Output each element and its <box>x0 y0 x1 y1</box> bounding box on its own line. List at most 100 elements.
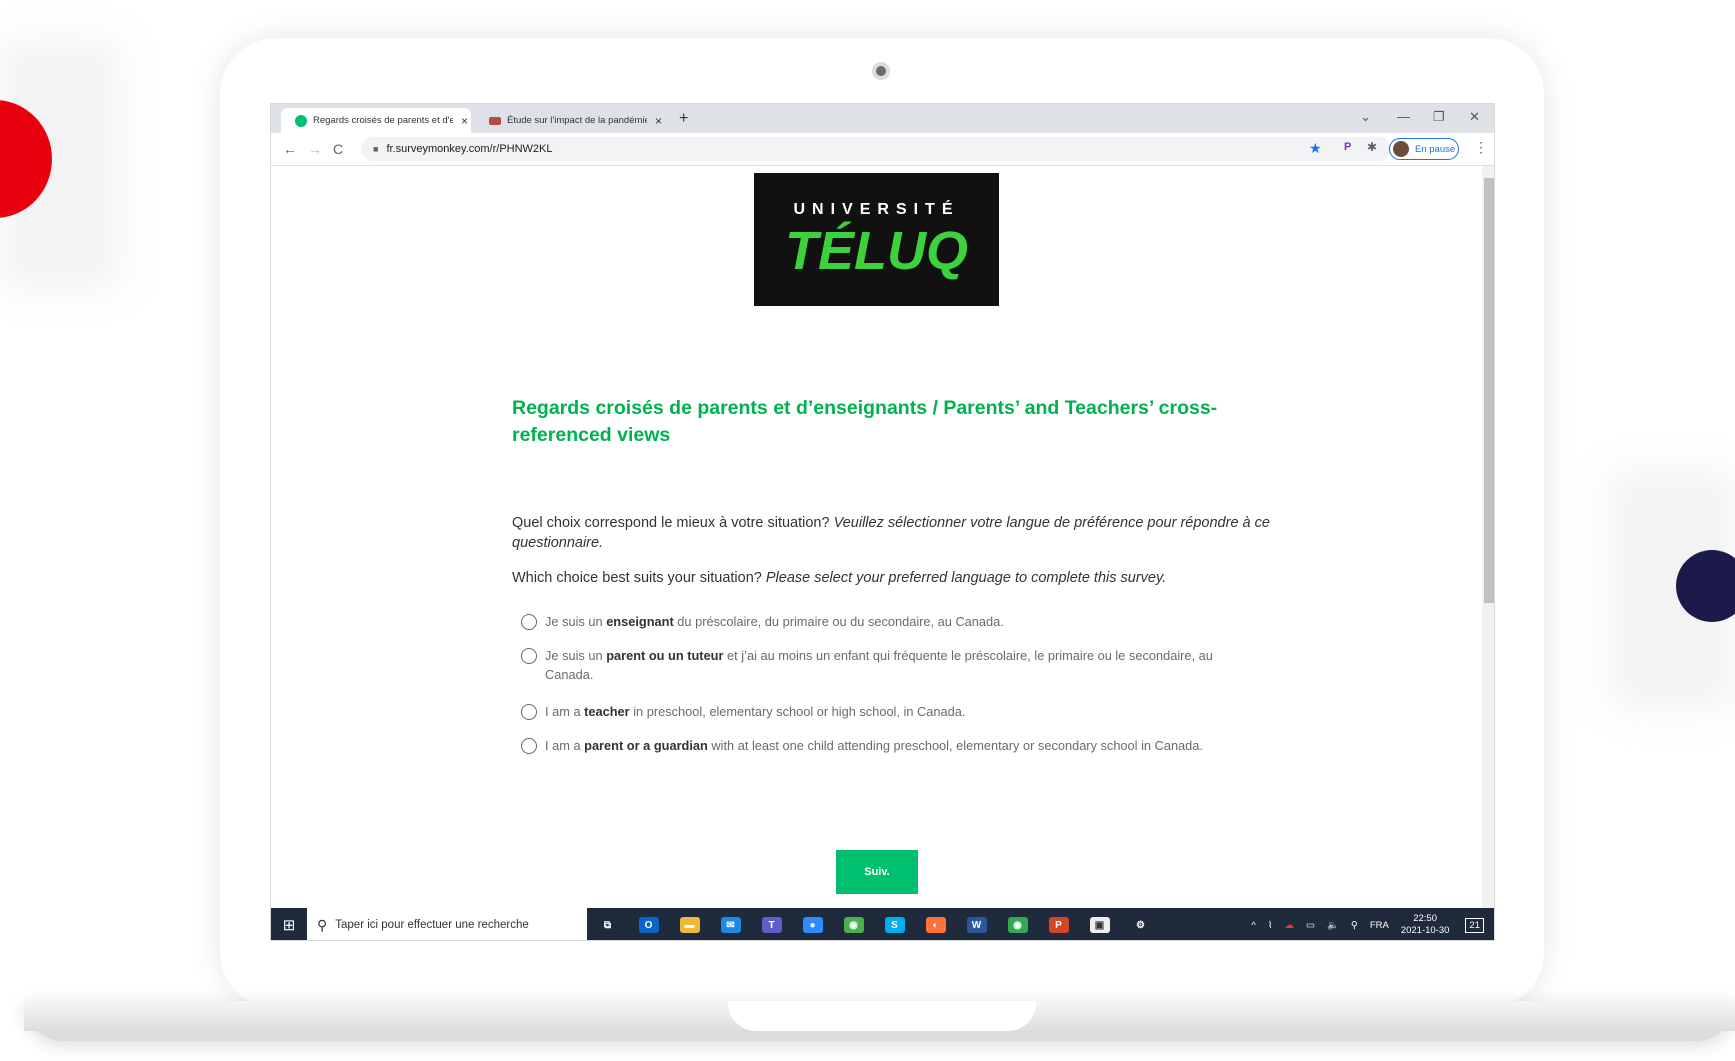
browser-toolbar: ← → C ■ fr.surveymonkey.com/r/PHNW2KL ★ … <box>271 133 1494 166</box>
taskbar-app-mail-icon[interactable]: ✉ <box>710 908 751 940</box>
battery-icon[interactable]: ▭ <box>1306 920 1315 931</box>
taskbar-app-powerpoint-icon[interactable]: P <box>1038 908 1079 940</box>
radio-button[interactable] <box>521 614 537 630</box>
radio-button[interactable] <box>521 738 537 754</box>
close-tab-icon[interactable]: × <box>655 114 662 128</box>
option-label: I am a parent or a guardian with at leas… <box>545 738 1203 753</box>
camera-icon <box>872 62 890 80</box>
radio-button[interactable] <box>521 704 537 720</box>
taskbar-app-chrome-icon[interactable]: ◉ <box>833 908 874 940</box>
notification-icon[interactable]: 21 <box>1465 917 1484 933</box>
teluq-logo: UNIVERSITÉ TÉLUQ <box>754 173 999 306</box>
flag-icon <box>489 116 501 125</box>
stage: Regards croisés de parents et d'enseigna… <box>0 0 1735 1061</box>
option-teacher[interactable]: I am a teacher in preschool, elementary … <box>521 702 1251 721</box>
option-parent-tuteur[interactable]: Je suis un parent ou un tuteur et j’ai a… <box>521 646 1251 684</box>
logo-line1: UNIVERSITÉ <box>793 200 960 218</box>
app-glyph: ✉ <box>720 917 741 933</box>
forward-icon[interactable]: → <box>308 141 322 157</box>
profile-label: En pause <box>1415 143 1456 155</box>
pen-icon[interactable]: ⚲ <box>1351 920 1358 931</box>
app-glyph: ◉ <box>1007 917 1028 933</box>
app-glyph: ◉ <box>843 917 864 933</box>
puzzle-icon[interactable]: ✱ <box>1367 140 1377 154</box>
question-en-hint: Please select your preferred language to… <box>765 570 1167 586</box>
app-glyph: ▣ <box>1089 917 1110 933</box>
question-en-text: Which choice best suits your situation? <box>512 570 762 586</box>
kebab-menu-icon[interactable]: ⋮ <box>1474 139 1488 156</box>
minimize-icon[interactable]: — <box>1397 109 1410 124</box>
taskbar-search[interactable]: ⚲ Taper ici pour effectuer une recherche <box>307 908 587 940</box>
close-tab-icon[interactable]: × <box>461 114 468 128</box>
app-glyph: ◐ <box>925 917 946 933</box>
question-fr: Quel choix correspond le mieux à votre s… <box>512 513 1272 553</box>
search-icon: ⚲ <box>317 916 328 933</box>
app-glyph: T <box>761 917 782 933</box>
cloud-icon[interactable]: ☁ <box>1285 920 1295 931</box>
search-placeholder: Taper ici pour effectuer une recherche <box>335 919 529 931</box>
question-en: Which choice best suits your situation? … <box>512 568 1272 588</box>
app-glyph: S <box>884 917 905 933</box>
avatar <box>1393 141 1409 157</box>
radio-button[interactable] <box>521 648 537 664</box>
clock-date: 2021-10-30 <box>1400 925 1450 936</box>
app-glyph: ⚙ <box>1130 917 1151 933</box>
tab-label: Étude sur l'impact de la pandémie <box>507 115 647 126</box>
taskbar-app-firefox-icon[interactable]: ◐ <box>915 908 956 940</box>
taskbar-app-zoom-icon[interactable]: ● <box>792 908 833 940</box>
profile-button[interactable]: En pause <box>1389 138 1459 160</box>
app-glyph: P <box>1048 917 1069 933</box>
option-label: Je suis un parent ou un tuteur et j’ai a… <box>545 648 1213 682</box>
reload-icon[interactable]: C <box>333 141 343 157</box>
screen: Regards croisés de parents et d'enseigna… <box>270 103 1495 941</box>
option-label: Je suis un enseignant du préscolaire, du… <box>545 614 1004 629</box>
windows-start-icon[interactable]: ⊞ <box>271 908 307 940</box>
question-fr-text: Quel choix correspond le mieux à votre s… <box>512 515 830 531</box>
app-glyph: O <box>638 917 659 933</box>
next-button[interactable]: Suiv. <box>836 850 918 894</box>
taskbar-app-chrome-alt-icon[interactable]: ◉ <box>997 908 1038 940</box>
option-enseignant[interactable]: Je suis un enseignant du préscolaire, du… <box>521 612 1251 631</box>
back-icon[interactable]: ← <box>283 141 297 157</box>
laptop-notch <box>728 1001 1036 1031</box>
tab-search-icon[interactable]: ⌄ <box>1360 109 1371 125</box>
app-glyph: ⧉ <box>597 917 618 933</box>
taskbar-app-settings-icon[interactable]: ⚙ <box>1120 908 1161 940</box>
app-glyph: ● <box>802 917 823 933</box>
clock[interactable]: 22:50 2021-10-30 <box>1401 913 1450 937</box>
clock-time: 22:50 <box>1413 913 1437 924</box>
page-scrollbar[interactable] <box>1482 166 1494 908</box>
extension-icon[interactable]: P <box>1344 141 1351 153</box>
taskbar-app-file-explorer-icon[interactable]: ▬ <box>669 908 710 940</box>
option-label: I am a teacher in preschool, elementary … <box>545 704 966 719</box>
restore-icon[interactable]: ❐ <box>1433 109 1445 125</box>
lock-icon: ■ <box>373 144 379 154</box>
survey-page: UNIVERSITÉ TÉLUQ Regards croisés de pare… <box>271 166 1494 908</box>
scrollbar-thumb[interactable] <box>1484 178 1494 603</box>
logo-line2: TÉLUQ <box>785 220 968 281</box>
taskbar-app-store-icon[interactable]: ▣ <box>1079 908 1120 940</box>
option-parent-guardian[interactable]: I am a parent or a guardian with at leas… <box>521 736 1251 755</box>
browser-tabbar: Regards croisés de parents et d'enseigna… <box>271 104 1494 133</box>
language-indicator[interactable]: FRA <box>1370 920 1389 931</box>
close-window-icon[interactable]: ✕ <box>1469 109 1480 125</box>
tray-chevron-icon[interactable]: ^ <box>1251 920 1255 931</box>
app-glyph: W <box>966 917 987 933</box>
wifi-icon[interactable]: ⌇ <box>1268 920 1273 931</box>
url-text: fr.surveymonkey.com/r/PHNW2KL <box>386 143 553 155</box>
address-bar[interactable]: ■ fr.surveymonkey.com/r/PHNW2KL <box>361 137 1391 161</box>
windows-taskbar: ⊞ ⚲ Taper ici pour effectuer une recherc… <box>271 908 1494 940</box>
taskbar-app-outlook-icon[interactable]: O <box>628 908 669 940</box>
taskbar-app-skype-icon[interactable]: S <box>874 908 915 940</box>
surveymonkey-icon <box>295 114 307 127</box>
tab-survey[interactable]: Regards croisés de parents et d'enseigna… <box>281 108 471 133</box>
taskbar-app-task-view-icon[interactable]: ⧉ <box>587 908 628 940</box>
new-tab-icon[interactable]: + <box>679 110 688 128</box>
volume-icon[interactable]: 🔈 <box>1327 920 1339 931</box>
bookmark-star-icon[interactable]: ★ <box>1309 140 1322 157</box>
tab-label: Regards croisés de parents et d'enseigna… <box>313 115 453 126</box>
taskbar-app-teams-icon[interactable]: T <box>751 908 792 940</box>
taskbar-app-word-icon[interactable]: W <box>956 908 997 940</box>
app-glyph: ▬ <box>679 917 700 933</box>
tab-etude[interactable]: Étude sur l'impact de la pandémie × <box>475 108 665 133</box>
